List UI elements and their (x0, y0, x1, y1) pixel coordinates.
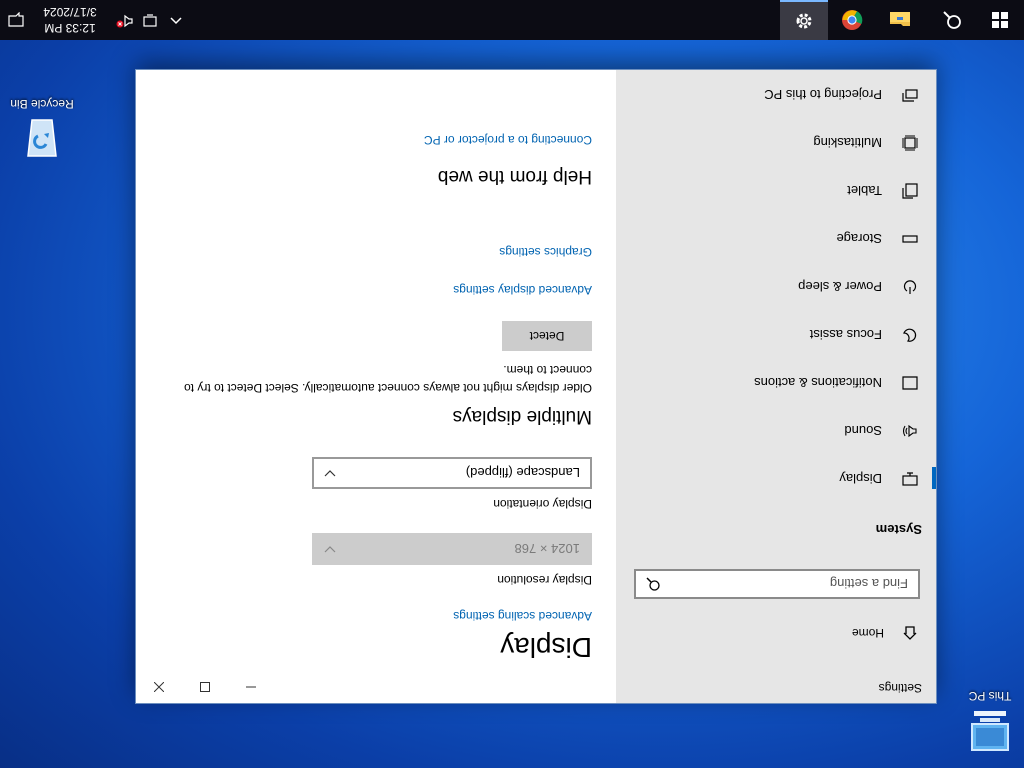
sidebar-section-title: System (875, 522, 922, 537)
volume-icon[interactable] (114, 11, 134, 29)
maximize-button[interactable] (182, 671, 228, 703)
advanced-display-link[interactable]: Advanced display settings (162, 283, 592, 297)
window-caption-buttons (136, 671, 274, 703)
chevron-down-icon (324, 470, 336, 477)
chrome-icon (842, 10, 863, 30)
graphics-settings-link[interactable]: Graphics settings (162, 245, 592, 259)
advanced-scaling-link[interactable]: Advanced scaling settings (162, 609, 592, 623)
sidebar-item-label: Storage (836, 231, 882, 247)
moon-icon (900, 327, 920, 343)
settings-window: Settings Home System Displ (136, 70, 936, 703)
sidebar-item-sound[interactable]: Sound (616, 407, 936, 455)
taskbar-file-explorer[interactable] (876, 0, 924, 40)
sidebar-item-notifications[interactable]: Notifications & actions (616, 359, 936, 407)
resolution-dropdown[interactable]: 1024 × 768 (312, 533, 592, 565)
multitasking-icon (900, 135, 920, 151)
maximize-icon (200, 682, 210, 692)
minimize-icon (246, 686, 256, 688)
sidebar-item-power-sleep[interactable]: Power & sleep (616, 263, 936, 311)
windows-logo-icon (992, 12, 1008, 28)
power-icon (900, 279, 920, 295)
close-button[interactable] (136, 671, 182, 703)
home-icon (900, 625, 920, 641)
start-button[interactable] (976, 0, 1024, 40)
window-title: Settings (878, 681, 922, 695)
resolution-label: Display resolution (497, 573, 592, 587)
storage-icon (900, 234, 920, 244)
search-icon[interactable] (646, 574, 660, 591)
projecting-icon (900, 88, 920, 102)
resolution-value: 1024 × 768 (514, 541, 580, 557)
tablet-icon (900, 183, 920, 199)
multiple-displays-description: Older displays might not always connect … (184, 363, 592, 395)
system-tray: 12:33 PM 3/17/2024 (0, 0, 184, 40)
taskbar-settings[interactable] (780, 0, 828, 40)
sidebar-item-tablet[interactable]: Tablet (616, 167, 936, 215)
sidebar-item-label: Focus assist (809, 327, 882, 343)
gear-icon (796, 13, 812, 29)
recycle-bin-icon (27, 119, 57, 157)
action-center-button[interactable] (0, 0, 32, 40)
search-input[interactable] (666, 575, 918, 593)
sidebar-item-projecting[interactable]: Projecting to this PC (616, 71, 936, 119)
sidebar-item-label: Display (839, 471, 882, 487)
close-icon (154, 682, 164, 692)
minimize-button[interactable] (228, 671, 274, 703)
chevron-down-icon (324, 546, 336, 553)
search-box[interactable] (634, 569, 920, 599)
sidebar-item-label: Tablet (847, 183, 882, 199)
detect-button[interactable]: Detect (502, 321, 592, 351)
display-page: Display Advanced scaling settings Displa… (162, 133, 592, 663)
desktop-icon-label: This PC (968, 689, 1012, 703)
clock-time: 12:33 PM (44, 21, 96, 35)
computer-icon (971, 711, 1009, 751)
taskbar-clock[interactable]: 12:33 PM 3/17/2024 (34, 4, 106, 36)
multiple-displays-heading: Multiple displays (452, 406, 592, 427)
notification-icon (8, 12, 24, 27)
orientation-label: Display orientation (493, 497, 592, 511)
sidebar-home-label: Home (851, 626, 884, 640)
folder-icon (890, 12, 910, 26)
sidebar-item-focus-assist[interactable]: Focus assist (616, 311, 936, 359)
taskbar-chrome[interactable] (828, 0, 876, 40)
sidebar-nav: Display Sound Notifications & actions Fo… (616, 71, 936, 503)
orientation-dropdown[interactable]: Landscape (flipped) (312, 457, 592, 489)
network-icon[interactable] (138, 11, 158, 29)
search-icon (943, 11, 961, 29)
desktop-icon-this-pc[interactable]: This PC (952, 689, 1024, 754)
orientation-value: Landscape (flipped) (465, 465, 580, 481)
sidebar-item-multitasking[interactable]: Multitasking (616, 119, 936, 167)
sidebar-item-storage[interactable]: Storage (616, 215, 936, 263)
settings-sidebar: Settings Home System Displ (616, 70, 936, 703)
sidebar-item-label: Projecting to this PC (764, 87, 882, 103)
notification-icon (900, 376, 920, 390)
speaker-icon (900, 424, 920, 438)
desktop-icon-label: Recycle Bin (10, 97, 74, 111)
sidebar-item-home[interactable]: Home (616, 615, 936, 651)
help-projector-link[interactable]: Connecting to a projector or PC (162, 133, 592, 147)
clock-date: 3/17/2024 (43, 5, 97, 19)
sidebar-item-label: Multitasking (813, 135, 882, 151)
sidebar-item-label: Notifications & actions (754, 375, 882, 391)
sidebar-item-display[interactable]: Display (616, 455, 936, 503)
sidebar-item-label: Sound (844, 423, 882, 439)
taskbar-search-button[interactable] (928, 0, 976, 40)
taskbar: 12:33 PM 3/17/2024 (0, 0, 1024, 40)
desktop: This PC Recycle Bin Settings Home Find a… (0, 0, 1024, 768)
monitor-icon (900, 472, 920, 486)
sidebar-item-label: Power & sleep (798, 279, 882, 295)
desktop-icon-recycle-bin[interactable]: Recycle Bin (4, 97, 80, 164)
page-title: Display (500, 632, 592, 663)
settings-content: Display Advanced scaling settings Displa… (136, 70, 616, 703)
help-heading: Help from the web (437, 166, 592, 187)
chevron-up-icon[interactable] (164, 12, 184, 28)
